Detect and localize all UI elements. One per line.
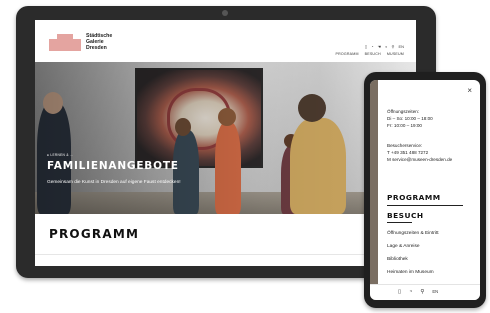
hero-subtitle: Gemeinsam die Kunst in Dresden auf eigen… <box>47 180 181 185</box>
logo-line-3: Dresden <box>86 45 107 51</box>
logo-text[interactable]: Städtische Galerie Dresden <box>86 33 126 51</box>
main-nav: PROGRAMM BESUCH MUSEUM <box>335 52 404 56</box>
nav-item-programm[interactable]: PROGRAMM <box>335 52 358 56</box>
submenu-item-heimaten[interactable]: Heimaten im Museum <box>387 270 434 275</box>
submenu-item-opening-hours[interactable]: Öffnungszeiten & Eintritt <box>387 231 439 236</box>
search-icon[interactable]: ⚲ <box>392 44 395 49</box>
accessibility-icon[interactable]: ◔ <box>371 44 373 49</box>
close-icon[interactable]: × <box>467 86 472 95</box>
nav-item-museum[interactable]: MUSEUM <box>387 52 404 56</box>
menu-item-programm[interactable]: PROGRAMM <box>387 193 441 202</box>
submenu-item-library[interactable]: Bibliothek <box>387 257 408 262</box>
opening-hours-line: Di – So: 10:00 – 18:00 <box>387 116 433 121</box>
easy-language-icon[interactable]: ◐ <box>385 44 387 49</box>
tablet-camera <box>222 10 228 16</box>
phone-screen: × Öffnungszeiten: Di – So: 10:00 – 18:00… <box>370 80 480 300</box>
logo-icon[interactable] <box>49 34 81 51</box>
visitor-service-label: Besucherservice: <box>387 143 423 148</box>
search-icon[interactable]: ⚲ <box>420 289 424 295</box>
phone-footer-bar: ▯ ◔ ⚲ EN <box>370 284 480 300</box>
tablet-screen: Städtische Galerie Dresden ▯ ◔ ☚ ◐ ⚲ EN … <box>35 20 416 266</box>
nav-item-besuch[interactable]: BESUCH <box>365 52 381 56</box>
language-switch[interactable]: EN <box>398 44 404 49</box>
sign-language-icon[interactable]: ☚ <box>377 44 381 49</box>
accessibility-icon[interactable]: ◔ <box>409 289 412 295</box>
menu-item-besuch[interactable]: BESUCH <box>387 211 424 220</box>
phone-device: × Öffnungszeiten: Di – So: 10:00 – 18:00… <box>364 72 486 308</box>
opening-hours-label: Öffnungszeiten: <box>387 109 420 114</box>
building-icon[interactable]: ▯ <box>398 289 401 295</box>
breadcrumb[interactable]: ● LERNEN & ... <box>47 153 74 157</box>
divider <box>35 254 416 255</box>
active-underline <box>387 222 412 223</box>
language-switch[interactable]: EN <box>432 289 438 295</box>
building-icon[interactable]: ▯ <box>365 44 367 49</box>
submenu-item-location[interactable]: Lage & Anreise <box>387 244 420 249</box>
hero-title: FAMILIENANGEBOTE <box>47 160 179 172</box>
phone-number-link[interactable]: T +49 351 488 7272 <box>387 150 428 155</box>
hero-image: ● LERNEN & ... FAMILIENANGEBOTE Gemeinsa… <box>35 62 416 214</box>
header-icon-bar: ▯ ◔ ☚ ◐ ⚲ EN <box>365 44 404 49</box>
section-title-programm: PROGRAMM <box>49 227 140 241</box>
divider <box>387 205 463 206</box>
site-header: Städtische Galerie Dresden ▯ ◔ ☚ ◐ ⚲ EN … <box>35 20 416 60</box>
email-link[interactable]: M service@museen-dresden.de <box>387 157 452 162</box>
opening-hours-line: Fr: 10:00 – 19:00 <box>387 123 422 128</box>
background-image-strip <box>370 80 378 300</box>
